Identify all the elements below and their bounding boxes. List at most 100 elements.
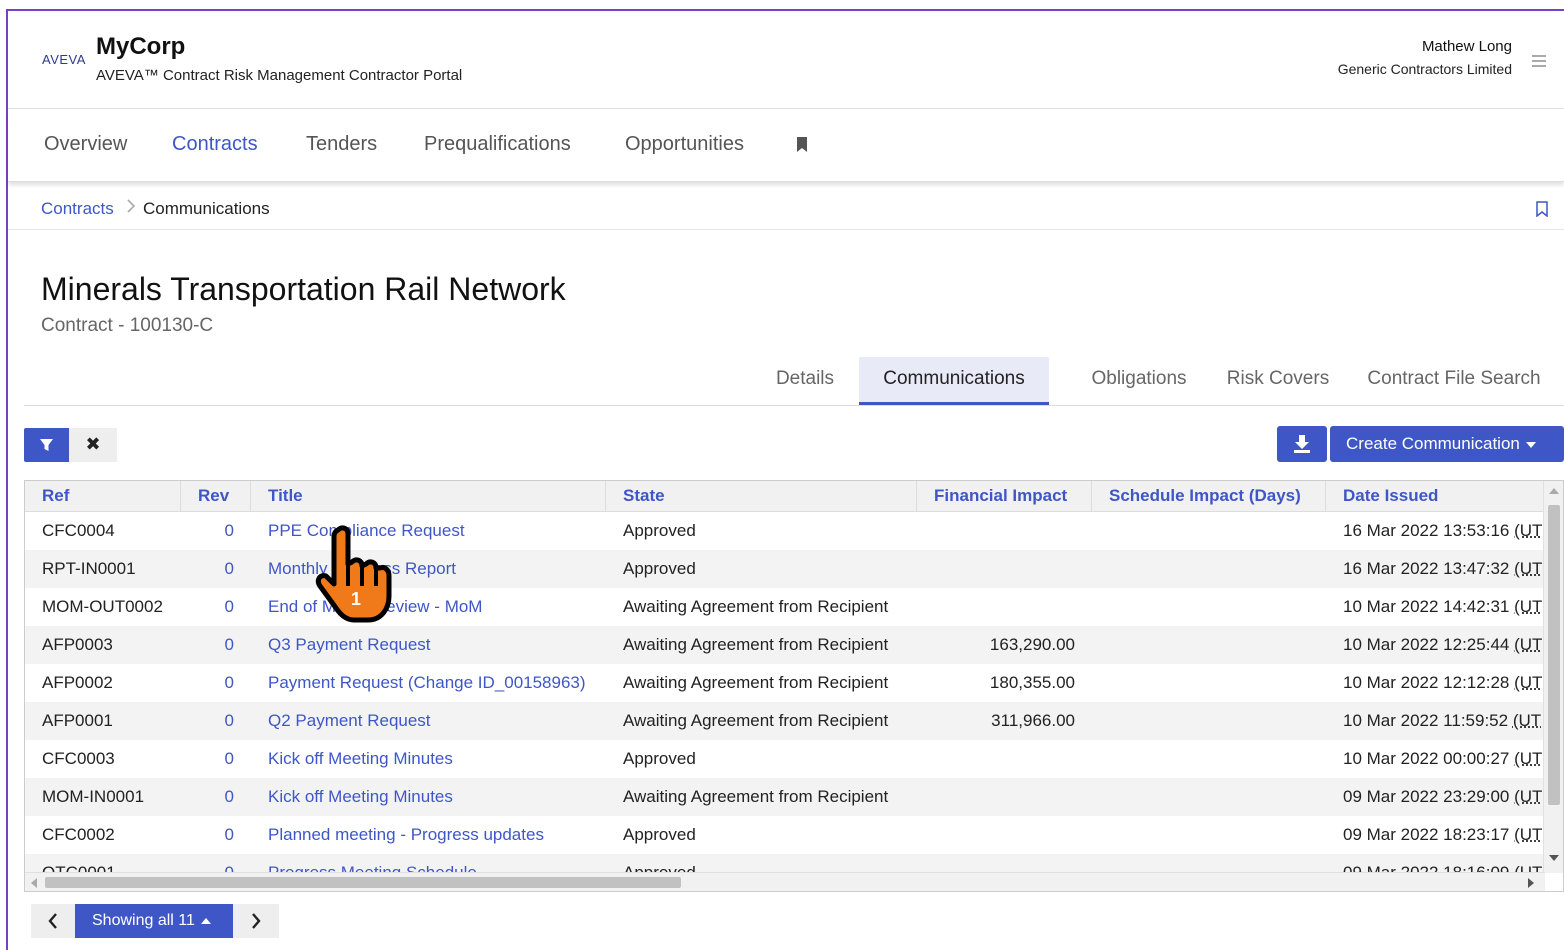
cell-date-issued: 10 Mar 2022 11:59:52 (UT [1343, 702, 1545, 740]
contract-tabs: Details Communications Obligations Risk … [24, 357, 1564, 406]
cell-ref: AFP0001 [42, 702, 177, 740]
timezone-abbr[interactable]: (UT [1514, 635, 1542, 654]
scroll-right-icon[interactable] [1528, 878, 1534, 888]
create-communication-label: Create Communication [1346, 434, 1520, 453]
bookmark-icon[interactable] [796, 137, 808, 152]
date-value: 09 Mar 2022 18:23:17 [1343, 825, 1509, 844]
brand-subtitle: AVEVA™ Contract Risk Management Contract… [96, 67, 462, 84]
cell-title[interactable]: Q3 Payment Request [268, 626, 603, 664]
horizontal-scrollbar[interactable] [25, 872, 1545, 891]
timezone-abbr[interactable]: (UT [1514, 863, 1542, 872]
nav-opportunities[interactable]: Opportunities [625, 133, 744, 156]
vertical-scrollbar[interactable] [1543, 481, 1563, 873]
app-header: AVEVA MyCorp AVEVA™ Contract Risk Manage… [8, 11, 1564, 109]
col-ref[interactable]: Ref [25, 481, 181, 512]
breadcrumb-separator [126, 199, 136, 218]
user-name[interactable]: Mathew Long [1422, 38, 1512, 55]
date-value: 10 Mar 2022 00:00:27 [1343, 749, 1509, 768]
cell-title[interactable]: Planned meeting - Progress updates [268, 816, 603, 854]
cell-rev: 0 [181, 740, 234, 778]
menu-icon[interactable] [1532, 55, 1546, 65]
page-title: Minerals Transportation Rail Network [41, 271, 566, 308]
col-title[interactable]: Title [251, 481, 606, 512]
table-row[interactable]: MOM-IN0001 0 Kick off Meeting Minutes Await… [25, 778, 1545, 816]
col-date-issued[interactable]: Date Issued [1326, 481, 1545, 512]
nav-overview[interactable]: Overview [44, 133, 127, 156]
cell-state: Approved [623, 550, 913, 588]
timezone-abbr[interactable]: (UT [1513, 711, 1541, 730]
table-row[interactable]: AFP0003 0 Q3 Payment Request Awaiting Agree… [25, 626, 1545, 664]
timezone-abbr[interactable]: (UT [1514, 673, 1542, 692]
timezone-abbr[interactable]: (UT [1514, 787, 1542, 806]
table-row[interactable]: CFC0002 0 Planned meeting - Progress updat… [25, 816, 1545, 854]
cell-title[interactable]: Progress Meeting Schedule [268, 854, 603, 872]
timezone-abbr[interactable]: (UT [1514, 749, 1542, 768]
tab-contract-file-search[interactable]: Contract File Search [1350, 357, 1558, 405]
cell-title[interactable]: Payment Request (Change ID_00158963) [268, 664, 603, 702]
clear-filter-button[interactable]: ✖ [69, 428, 117, 462]
date-value: 10 Mar 2022 12:25:44 [1343, 635, 1509, 654]
col-schedule-impact[interactable]: Schedule Impact (Days) [1092, 481, 1326, 512]
tab-details[interactable]: Details [760, 357, 850, 405]
cell-title[interactable]: Kick off Meeting Minutes [268, 740, 603, 778]
cell-date-issued: 10 Mar 2022 12:12:28 (UT [1343, 664, 1545, 702]
date-value: 09 Mar 2022 23:29:00 [1343, 787, 1509, 806]
col-financial-impact[interactable]: Financial Impact [917, 481, 1092, 512]
cell-ref: CFC0002 [42, 816, 177, 854]
brand-name[interactable]: MyCorp [96, 33, 185, 61]
tab-obligations[interactable]: Obligations [1057, 357, 1221, 405]
download-button[interactable] [1277, 426, 1327, 462]
scroll-down-icon[interactable] [1549, 855, 1559, 861]
timezone-abbr[interactable]: (UT [1514, 559, 1542, 578]
cell-schedule-impact [1092, 778, 1309, 816]
timezone-abbr[interactable]: (UT [1514, 825, 1542, 844]
horizontal-scroll-thumb[interactable] [45, 877, 681, 888]
tab-communications[interactable]: Communications [859, 357, 1049, 405]
cell-state: Awaiting Agreement from Recipient [623, 778, 913, 816]
cell-ref: AFP0002 [42, 664, 177, 702]
timezone-abbr[interactable]: (UT [1514, 597, 1542, 616]
chevron-right-icon [126, 199, 136, 213]
nav-tenders[interactable]: Tenders [306, 133, 377, 156]
vertical-scroll-thumb[interactable] [1548, 505, 1560, 805]
cell-schedule-impact [1092, 740, 1309, 778]
table-row[interactable]: RPT-IN00010Monthly Progress ReportApprov… [25, 550, 1545, 588]
tab-risk-covers[interactable]: Risk Covers [1201, 357, 1355, 405]
timezone-abbr[interactable]: (UT [1514, 521, 1542, 540]
cell-title[interactable]: Q2 Payment Request [268, 702, 603, 740]
cell-ref: MOM-IN0001 [42, 778, 177, 816]
cell-financial-impact [917, 550, 1075, 588]
table-row[interactable]: OTC00010 Progress Meeting Schedule Approve… [25, 854, 1545, 872]
cell-rev: 0 [181, 550, 234, 588]
create-communication-button[interactable]: Create Communication [1330, 426, 1564, 462]
col-state[interactable]: State [606, 481, 917, 512]
table-row[interactable]: CFC0004 0 PPE Compliance Request Approved 16… [25, 512, 1545, 550]
pager-showing-dropdown[interactable]: Showing all 11 [75, 904, 233, 938]
cell-date-issued: 16 Mar 2022 13:53:16 (UT [1343, 512, 1545, 550]
date-value: 16 Mar 2022 13:53:16 [1343, 521, 1509, 540]
cell-schedule-impact [1092, 512, 1309, 550]
scroll-left-icon[interactable] [31, 878, 37, 888]
nav-contracts[interactable]: Contracts [172, 133, 258, 156]
table-row[interactable]: AFP0001 0 Q2 Payment Request Awaiting Agree… [25, 702, 1545, 740]
pager-next-button[interactable] [233, 904, 279, 938]
filter-button[interactable] [24, 428, 69, 462]
page-subtitle: Contract - 100130-C [41, 315, 213, 337]
breadcrumb-contracts-link[interactable]: Contracts [41, 199, 114, 219]
cell-financial-impact: 180,355.00 [917, 664, 1075, 702]
nav-prequalifications[interactable]: Prequalifications [424, 133, 571, 156]
pager-prev-button[interactable] [31, 904, 75, 938]
bookmark-outline-icon[interactable] [1536, 201, 1548, 217]
table-row[interactable]: CFC0003 0 Kick off Meeting Minutes Approved… [25, 740, 1545, 778]
cell-title[interactable]: Kick off Meeting Minutes [268, 778, 603, 816]
table-row[interactable]: AFP0002 0 Payment Request (Change ID_00158… [25, 664, 1545, 702]
cell-ref: CFC0004 [42, 512, 177, 550]
col-rev[interactable]: Rev [181, 481, 251, 512]
date-value: 10 Mar 2022 11:59:52 [1343, 711, 1508, 730]
cell-financial-impact [917, 740, 1075, 778]
download-icon [1277, 426, 1327, 462]
pager-showing-label: Showing all 11 [92, 912, 195, 929]
scroll-up-icon[interactable] [1549, 488, 1559, 494]
table-row[interactable]: MOM-OUT00020End of Month Review - MoMAwa… [25, 588, 1545, 626]
cell-financial-impact [917, 778, 1075, 816]
